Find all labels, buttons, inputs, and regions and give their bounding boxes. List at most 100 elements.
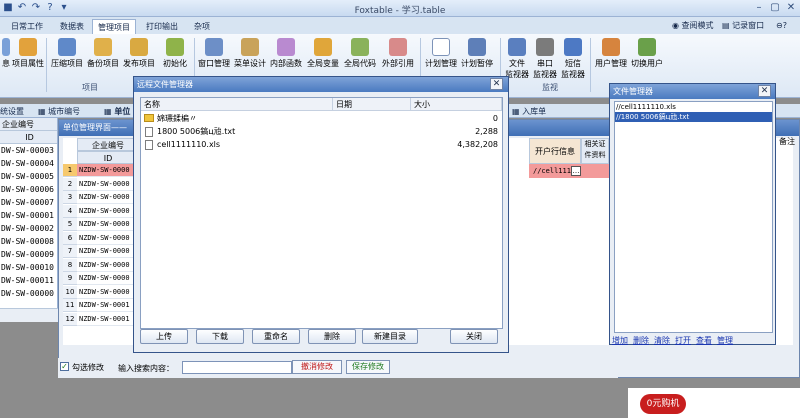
row-number[interactable]: 6 xyxy=(63,231,77,245)
ribbon-button-window-manage[interactable]: 窗口管理 xyxy=(197,38,231,78)
ribbon-help-icon[interactable]: ⊖? xyxy=(776,20,787,32)
table-cell[interactable]: NZDW-SW-0000 xyxy=(77,178,139,191)
row-number[interactable]: 2 xyxy=(63,177,77,191)
table-cell[interactable]: DW-SW-00007 xyxy=(0,196,57,209)
tab-unit[interactable]: ▦ 单位 xyxy=(104,105,134,118)
file-row[interactable]: 婂瓙鍒楄〃 0 xyxy=(141,112,502,125)
tab-inbound[interactable]: ▦ 入库单 xyxy=(512,105,572,118)
ribbon-button-menu-design[interactable]: 菜单设计 xyxy=(233,38,267,78)
table-cell[interactable]: DW-SW-00000 xyxy=(0,287,57,300)
table-cell[interactable]: NZDW-SW-0000 xyxy=(77,286,139,299)
manage-link[interactable]: 管理 xyxy=(717,335,733,346)
file-row[interactable]: 1800 5006鎬ц兘.txt 2,288 xyxy=(141,125,502,138)
search-input[interactable] xyxy=(182,361,292,374)
row-number[interactable]: 1 xyxy=(63,164,77,177)
row-number[interactable]: 9 xyxy=(63,272,77,285)
table-cell[interactable]: DW-SW-00006 xyxy=(0,183,57,196)
tab-misc[interactable]: 杂项 xyxy=(188,19,216,34)
column-header-company-code[interactable]: 企业编号 xyxy=(0,118,57,131)
download-button[interactable]: 下载 xyxy=(196,329,244,344)
table-cell[interactable]: NZDW-SW-0000 xyxy=(77,245,139,258)
list-item[interactable]: //cell1111110.xls xyxy=(615,102,772,112)
ad-banner[interactable]: 0元购机 xyxy=(628,388,800,418)
ribbon-button-plan-manage[interactable]: 计划管理 xyxy=(424,38,458,78)
table-cell[interactable]: DW-SW-00009 xyxy=(0,248,57,261)
delete-link[interactable]: 删除 xyxy=(633,335,649,346)
tab-daily[interactable]: 日常工作 xyxy=(4,19,50,34)
ribbon-button-external-ref[interactable]: 外部引用 xyxy=(380,38,416,78)
ribbon-button-compress[interactable]: 压缩项目 xyxy=(50,38,84,78)
view-mode-button[interactable]: ◉ 查阅模式 xyxy=(672,20,714,32)
ribbon-button-global-code[interactable]: 全局代码 xyxy=(342,38,378,78)
ribbon-button-serial-monitor[interactable]: 串口 监视器 xyxy=(532,38,558,79)
table-cell[interactable]: NZDW-SW-0001 xyxy=(77,313,139,326)
ribbon-button-file-monitor[interactable]: 文件 监视器 xyxy=(504,38,530,79)
ribbon-button-publish[interactable]: 发布项目 xyxy=(122,38,156,78)
view-link[interactable]: 查看 xyxy=(696,335,712,346)
tab-manage-project[interactable]: 管理项目 xyxy=(92,19,136,34)
table-cell[interactable]: NZDW-SW-0000 xyxy=(77,232,139,245)
table-cell[interactable]: NZDW-SW-0000 xyxy=(77,191,139,204)
ribbon-button-global-vars[interactable]: 全局变量 xyxy=(306,38,340,78)
column-header-documents[interactable]: 相关证 件资料 xyxy=(581,138,609,164)
row-number[interactable]: 10 xyxy=(63,285,77,299)
tab-system-settings[interactable]: 统设置 xyxy=(0,105,34,118)
row-number[interactable]: 3 xyxy=(63,191,77,204)
column-header-date[interactable]: 日期 xyxy=(333,98,411,111)
table-cell[interactable]: NZDW-SW-0000 xyxy=(77,205,139,218)
ribbon-button-info[interactable]: 息 xyxy=(0,38,12,78)
table-cell[interactable]: DW-SW-00005 xyxy=(0,170,57,183)
list-item-selected[interactable]: //1800 5006鎬ц兘.txt xyxy=(615,112,772,122)
record-window-button[interactable]: ▤ 记录窗口 xyxy=(722,20,764,32)
close-icon[interactable]: ✕ xyxy=(490,78,503,90)
close-button[interactable]: 关闭 xyxy=(450,329,498,344)
column-header-company-code[interactable]: 企业编号 xyxy=(77,138,139,151)
close-icon[interactable]: ✕ xyxy=(784,1,798,14)
table-cell[interactable]: NZDW-SW-0000 xyxy=(77,259,139,272)
table-cell[interactable]: DW-SW-00008 xyxy=(0,235,57,248)
column-header-remark[interactable]: 备注 xyxy=(779,136,799,148)
ribbon-button-project-properties[interactable]: 项目属性 xyxy=(12,38,44,78)
table-cell[interactable]: DW-SW-00011 xyxy=(0,274,57,287)
tab-print[interactable]: 打印输出 xyxy=(140,19,184,34)
cancel-edit-button[interactable]: 撤消修改 xyxy=(292,360,342,374)
clear-link[interactable]: 清除 xyxy=(654,335,670,346)
table-cell[interactable]: NZDW-SW-0001 xyxy=(77,299,139,312)
minimize-icon[interactable]: – xyxy=(752,1,766,14)
cell-ellipsis-button[interactable]: … xyxy=(571,166,581,176)
column-header-name[interactable]: 名称 xyxy=(141,98,333,111)
table-cell[interactable]: DW-SW-00002 xyxy=(0,222,57,235)
column-header-size[interactable]: 大小 xyxy=(411,98,502,111)
ribbon-button-sms-monitor[interactable]: 短信 监视器 xyxy=(560,38,586,79)
ribbon-button-init[interactable]: 初始化 xyxy=(158,38,192,78)
row-number[interactable]: 5 xyxy=(63,218,77,231)
table-cell[interactable]: NZDW-SW-0000 xyxy=(77,164,139,177)
row-number[interactable]: 12 xyxy=(63,312,77,326)
table-cell[interactable]: DW-SW-00004 xyxy=(0,157,57,170)
row-number[interactable]: 8 xyxy=(63,258,77,272)
file-row[interactable]: cell1111110.xls 4,382,208 xyxy=(141,138,502,151)
column-header-id[interactable]: ID xyxy=(77,151,139,164)
bank-info-cell[interactable]: //cell1111 xyxy=(533,165,575,177)
open-link[interactable]: 打开 xyxy=(675,335,691,346)
edit-checkbox[interactable]: ✓ xyxy=(60,362,69,371)
save-edit-button[interactable]: 保存修改 xyxy=(346,360,390,374)
ad-badge[interactable]: 0元购机 xyxy=(640,394,686,414)
table-cell[interactable]: DW-SW-00001 xyxy=(0,209,57,222)
row-number[interactable]: 7 xyxy=(63,245,77,258)
tab-datatable[interactable]: 数据表 xyxy=(52,19,92,34)
table-cell[interactable]: NZDW-SW-0000 xyxy=(77,218,139,231)
add-link[interactable]: 增加 xyxy=(612,335,628,346)
ribbon-button-plan-pause[interactable]: 计划暂停 xyxy=(460,38,494,78)
column-header-bank-info[interactable]: 开户行信息 xyxy=(529,138,581,164)
ribbon-button-functions[interactable]: 内部函数 xyxy=(269,38,303,78)
ribbon-button-backup[interactable]: 备份项目 xyxy=(86,38,120,78)
table-cell[interactable]: DW-SW-00003 xyxy=(0,144,57,157)
column-header-id[interactable]: ID xyxy=(0,131,57,144)
tab-city-code[interactable]: ▦ 城市编号 xyxy=(38,105,82,118)
upload-button[interactable]: 上传 xyxy=(140,329,188,344)
rename-button[interactable]: 重命名 xyxy=(252,329,300,344)
table-cell[interactable]: NZDW-SW-0000 xyxy=(77,272,139,285)
row-number[interactable]: 11 xyxy=(63,299,77,312)
close-icon[interactable]: ✕ xyxy=(758,85,771,97)
